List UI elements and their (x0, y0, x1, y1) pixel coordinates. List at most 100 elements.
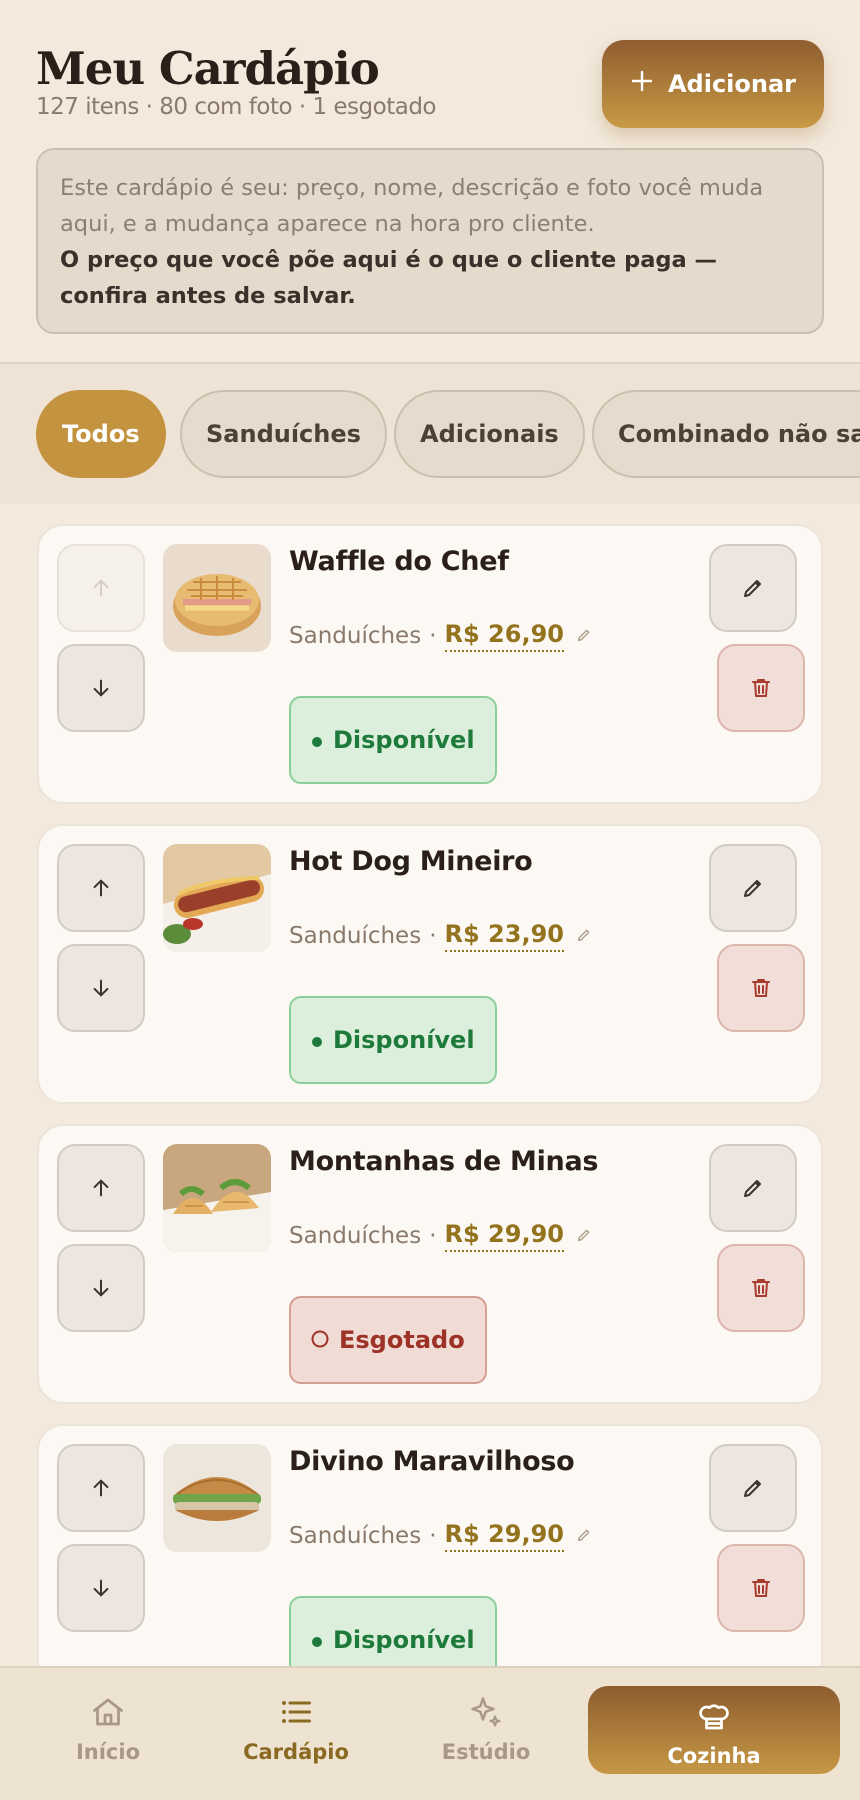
edit-price-icon[interactable] (576, 623, 592, 649)
home-icon (28, 1694, 188, 1734)
circle-outline-icon (311, 1326, 329, 1354)
arrow-down-icon (93, 679, 109, 697)
category-tabs: Todos Sanduíches Adicionais Combinado nã… (0, 364, 860, 504)
item-category: Sanduíches (289, 923, 422, 949)
edit-price-icon[interactable] (576, 1523, 592, 1549)
edit-item-button[interactable] (709, 544, 797, 632)
status-badge[interactable]: Esgotado (289, 1296, 487, 1384)
trash-icon (752, 979, 770, 997)
nav-kitchen[interactable]: Cozinha (588, 1686, 840, 1774)
item-meta: Sanduíches · R$ 29,90 (289, 1220, 592, 1252)
dot-icon (311, 1026, 323, 1054)
menu-item-card: Divino Maravilhoso Sanduíches · R$ 29,90… (37, 1424, 823, 1666)
item-photo (163, 844, 271, 952)
meta-separator: · (429, 1523, 437, 1549)
nav-home-label: Início (75, 1740, 141, 1764)
page-title: Meu Cardápio (36, 42, 380, 95)
status-label: Esgotado (339, 1326, 465, 1354)
menu-item-card: Montanhas de Minas Sanduíches · R$ 29,90… (37, 1124, 823, 1404)
tab-adicionais[interactable]: Adicionais (394, 390, 585, 478)
item-price[interactable]: R$ 29,90 (444, 1520, 564, 1552)
move-up-button[interactable] (57, 844, 145, 932)
edit-item-button[interactable] (709, 1144, 797, 1232)
delete-item-button[interactable] (717, 644, 805, 732)
move-up-button[interactable] (57, 1444, 145, 1532)
nav-studio-label: Estúdio (441, 1740, 531, 1764)
chef-hat-icon (588, 1698, 840, 1734)
edit-price-icon[interactable] (576, 1223, 592, 1249)
item-meta: Sanduíches · R$ 23,90 (289, 920, 592, 952)
menu-item-card: Waffle do Chef Sanduíches · R$ 26,90 Dis… (37, 524, 823, 804)
page-subtitle: 127 itens · 80 com foto · 1 esgotado (36, 94, 437, 120)
nav-studio[interactable]: Estúdio (406, 1694, 566, 1764)
header: Meu Cardápio 127 itens · 80 com foto · 1… (0, 0, 860, 362)
plus-icon (630, 69, 654, 99)
delete-item-button[interactable] (717, 1244, 805, 1332)
move-down-button[interactable] (57, 644, 145, 732)
item-photo (163, 1144, 271, 1252)
move-down-button[interactable] (57, 1244, 145, 1332)
notice-text: Este cardápio é seu: preço, nome, descri… (60, 175, 764, 237)
move-down-button[interactable] (57, 944, 145, 1032)
item-category: Sanduíches (289, 623, 422, 649)
add-item-button[interactable]: Adicionar (602, 40, 824, 128)
nav-menu-label: Cardápio (243, 1740, 349, 1764)
dot-icon (311, 726, 323, 754)
nav-kitchen-label: Cozinha (667, 1744, 761, 1768)
arrow-down-icon (93, 979, 109, 997)
status-label: Disponível (333, 726, 475, 754)
meta-separator: · (429, 923, 437, 949)
meta-separator: · (429, 1223, 437, 1249)
item-photo (163, 1444, 271, 1552)
status-label: Disponível (333, 1626, 475, 1654)
nav-home[interactable]: Início (28, 1694, 188, 1764)
move-down-button[interactable] (57, 1544, 145, 1632)
tab-todos[interactable]: Todos (36, 390, 166, 478)
info-notice: Este cardápio é seu: preço, nome, descri… (36, 148, 824, 334)
delete-item-button[interactable] (717, 1544, 805, 1632)
delete-item-button[interactable] (717, 944, 805, 1032)
item-category: Sanduíches (289, 1223, 422, 1249)
item-name: Divino Maravilhoso (289, 1446, 575, 1477)
arrow-up-icon (93, 579, 109, 597)
list-icon (216, 1694, 376, 1734)
status-badge[interactable]: Disponível (289, 996, 497, 1084)
menu-item-card: Hot Dog Mineiro Sanduíches · R$ 23,90 Di… (37, 824, 823, 1104)
item-meta: Sanduíches · R$ 26,90 (289, 620, 592, 652)
edit-price-icon[interactable] (576, 923, 592, 949)
item-price[interactable]: R$ 29,90 (444, 1220, 564, 1252)
tab-sanduiches[interactable]: Sanduíches (180, 390, 387, 478)
item-price[interactable]: R$ 26,90 (444, 620, 564, 652)
nav-menu[interactable]: Cardápio (216, 1694, 376, 1764)
arrow-up-icon (93, 879, 109, 897)
edit-item-button[interactable] (709, 1444, 797, 1532)
item-price[interactable]: R$ 23,90 (444, 920, 564, 952)
move-up-button[interactable] (57, 1144, 145, 1232)
item-name: Hot Dog Mineiro (289, 846, 533, 877)
meta-separator: · (429, 623, 437, 649)
trash-icon (752, 1279, 770, 1297)
item-photo (163, 544, 271, 652)
pencil-icon (744, 1180, 761, 1197)
pencil-icon (744, 880, 761, 897)
dot-icon (311, 1626, 323, 1654)
status-badge[interactable]: Disponível (289, 1596, 497, 1666)
menu-item-list: Waffle do Chef Sanduíches · R$ 26,90 Dis… (0, 504, 860, 1666)
trash-icon (752, 1579, 770, 1597)
item-category: Sanduíches (289, 1523, 422, 1549)
status-badge[interactable]: Disponível (289, 696, 497, 784)
notice-warning: O preço que você põe aqui é o que o clie… (60, 247, 718, 309)
arrow-down-icon (93, 1579, 109, 1597)
item-meta: Sanduíches · R$ 29,90 (289, 1520, 592, 1552)
arrow-up-icon (93, 1179, 109, 1197)
arrow-down-icon (93, 1279, 109, 1297)
arrow-up-icon (93, 1479, 109, 1497)
edit-item-button[interactable] (709, 844, 797, 932)
tab-combinado[interactable]: Combinado não sai (592, 390, 860, 478)
add-item-label: Adicionar (667, 70, 797, 98)
move-up-button[interactable] (57, 544, 145, 632)
bottom-nav: Início Cardápio Estúdio Cozinha (0, 1666, 860, 1800)
trash-icon (752, 679, 770, 697)
pencil-icon (744, 580, 761, 597)
menu-page: Meu Cardápio 127 itens · 80 com foto · 1… (0, 0, 860, 1800)
